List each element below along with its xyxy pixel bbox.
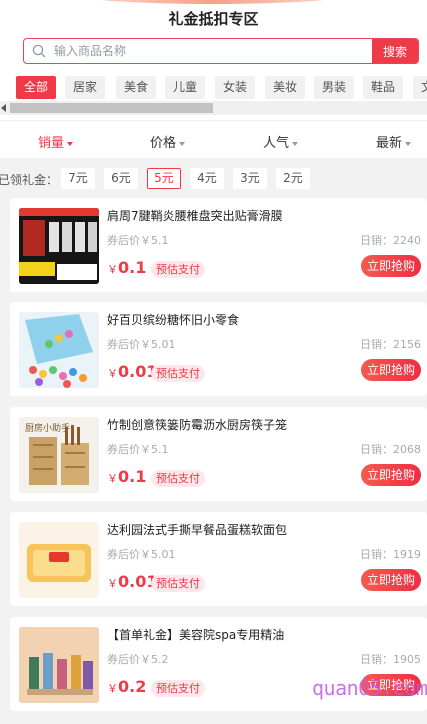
product-title[interactable]: 好百贝缤纷糖怀旧小零食 xyxy=(107,311,417,328)
product-daily-sales: 日销：2156 xyxy=(360,338,421,351)
product-title[interactable]: 【首单礼金】美容院spa专用精油 xyxy=(107,626,417,643)
coupon-chip-5[interactable]: 5元 xyxy=(147,168,181,189)
product-after-coupon-price: 券后价￥5.2 xyxy=(107,653,169,666)
category-tab-women[interactable]: 女装 xyxy=(215,76,256,99)
product-daily-sales: 日销：2240 xyxy=(360,234,421,247)
coupon-chip-4[interactable]: 4元 xyxy=(190,168,224,189)
category-tab-all[interactable]: 全部 xyxy=(16,76,57,99)
product-price: ￥0.1 xyxy=(107,467,146,486)
category-tabs: 全部 居家 美食 儿童 女装 美妆 男装 鞋品 文 xyxy=(0,76,427,100)
product-price: ￥0.2 xyxy=(107,677,146,696)
sort-newest[interactable]: 最新 xyxy=(376,132,412,151)
buy-now-button[interactable]: 立即抢购 xyxy=(361,569,421,591)
search-icon xyxy=(32,44,46,58)
product-price: ￥0.1 xyxy=(107,258,146,277)
sort-arrow-icon xyxy=(67,141,74,146)
product-image[interactable] xyxy=(19,208,99,284)
product-after-coupon-price: 券后价￥5.1 xyxy=(107,443,169,456)
product-price: ￥0.01 xyxy=(107,572,157,591)
category-tab-men[interactable]: 男装 xyxy=(314,76,355,99)
product-card[interactable]: 厨房小助手 竹制创意筷篓防霉沥水厨房筷子笼 券后价￥5.1 日销：2068 ￥0… xyxy=(10,407,427,501)
category-tab-more[interactable]: 文 xyxy=(413,76,427,99)
coupon-filter: 已领礼金： 7元 6元 5元 4元 3元 2元 xyxy=(0,166,427,192)
coupon-chip-3[interactable]: 3元 xyxy=(233,168,267,189)
price-value: 0.2 xyxy=(118,677,147,696)
price-value: 0.1 xyxy=(118,467,147,486)
currency-symbol: ￥ xyxy=(107,367,118,380)
product-price: ￥0.01 xyxy=(107,362,157,381)
search-button[interactable]: 搜索 xyxy=(372,39,418,63)
estimated-pay-tag: 预估支付 xyxy=(151,365,205,382)
estimated-pay-tag: 预估支付 xyxy=(151,470,205,487)
product-image[interactable] xyxy=(19,312,99,388)
product-image-art xyxy=(19,522,99,598)
product-card[interactable]: 达利园法式手撕早餐品蛋糕软面包 券后价￥5.01 日销：1919 ￥0.01 预… xyxy=(10,512,427,606)
scrollbar-thumb[interactable] xyxy=(10,103,213,113)
buy-now-button[interactable]: 立即抢购 xyxy=(361,359,421,381)
sort-price-label: 价格 xyxy=(150,136,177,151)
product-title[interactable]: 竹制创意筷篓防霉沥水厨房筷子笼 xyxy=(107,416,417,433)
category-tab-kids[interactable]: 儿童 xyxy=(165,76,206,99)
product-image-label: 厨房小助手 xyxy=(25,424,71,434)
sort-popularity-label: 人气 xyxy=(263,136,290,151)
product-after-coupon-price: 券后价￥5.01 xyxy=(107,548,176,561)
coupon-chip-7[interactable]: 7元 xyxy=(61,168,95,189)
header: 礼金抵扣专区 搜索 全部 居家 美食 儿童 女装 美妆 男装 鞋品 文 xyxy=(0,0,427,120)
site-watermark: quan05.com xyxy=(312,676,427,700)
currency-symbol: ￥ xyxy=(107,682,118,695)
buy-now-button[interactable]: 立即抢购 xyxy=(361,464,421,486)
category-tab-food[interactable]: 美食 xyxy=(116,76,157,99)
currency-symbol: ￥ xyxy=(107,472,118,485)
product-image[interactable]: 厨房小助手 xyxy=(19,417,99,493)
coupon-chip-6[interactable]: 6元 xyxy=(104,168,138,189)
search-input[interactable] xyxy=(54,39,372,63)
currency-symbol: ￥ xyxy=(107,577,118,590)
coupon-chip-2[interactable]: 2元 xyxy=(276,168,310,189)
category-tab-beauty[interactable]: 美妆 xyxy=(265,76,306,99)
estimated-pay-tag: 预估支付 xyxy=(151,261,205,278)
horizontal-scrollbar[interactable] xyxy=(0,101,427,115)
category-tab-shoes[interactable]: 鞋品 xyxy=(363,76,404,99)
sort-newest-label: 最新 xyxy=(376,136,403,151)
product-card[interactable]: 肩周7腱鞘炎腰椎盘突出贴膏滑膜 券后价￥5.1 日销：2240 ￥0.1 预估支… xyxy=(10,198,427,292)
sort-bar: 销量 价格 人气 最新 xyxy=(0,120,427,158)
product-after-coupon-price: 券后价￥5.1 xyxy=(107,234,169,247)
scroll-left-icon[interactable] xyxy=(1,104,6,112)
product-daily-sales: 日销：1905 xyxy=(360,653,421,666)
price-value: 0.1 xyxy=(118,258,147,277)
currency-symbol: ￥ xyxy=(107,263,118,276)
product-daily-sales: 日销：2068 xyxy=(360,443,421,456)
sort-arrow-icon xyxy=(179,141,186,146)
product-daily-sales: 日销：1919 xyxy=(360,548,421,561)
sort-popularity[interactable]: 人气 xyxy=(263,132,299,151)
coupon-filter-label: 已领礼金： xyxy=(0,173,59,187)
header-decoration xyxy=(85,0,340,4)
sort-sales-label: 销量 xyxy=(38,136,65,151)
estimated-pay-tag: 预估支付 xyxy=(151,680,205,697)
product-card[interactable]: 好百贝缤纷糖怀旧小零食 券后价￥5.01 日销：2156 ￥0.01 预估支付 … xyxy=(10,302,427,396)
page-title: 礼金抵扣专区 xyxy=(168,10,259,28)
product-image[interactable] xyxy=(19,522,99,598)
search-bar: 搜索 xyxy=(23,38,419,64)
product-image-art xyxy=(19,208,99,284)
sort-sales[interactable]: 销量 xyxy=(38,132,74,151)
sort-arrow-icon xyxy=(292,141,299,146)
sort-arrow-icon xyxy=(405,141,412,146)
product-title[interactable]: 肩周7腱鞘炎腰椎盘突出贴膏滑膜 xyxy=(107,207,417,224)
product-image-art xyxy=(19,627,99,703)
category-tab-home[interactable]: 居家 xyxy=(65,76,106,99)
sort-price[interactable]: 价格 xyxy=(150,132,186,151)
product-image[interactable] xyxy=(19,627,99,703)
estimated-pay-tag: 预估支付 xyxy=(151,575,205,592)
product-image-art xyxy=(19,312,99,388)
product-after-coupon-price: 券后价￥5.01 xyxy=(107,338,176,351)
buy-now-button[interactable]: 立即抢购 xyxy=(361,255,421,277)
product-title[interactable]: 达利园法式手撕早餐品蛋糕软面包 xyxy=(107,521,417,538)
